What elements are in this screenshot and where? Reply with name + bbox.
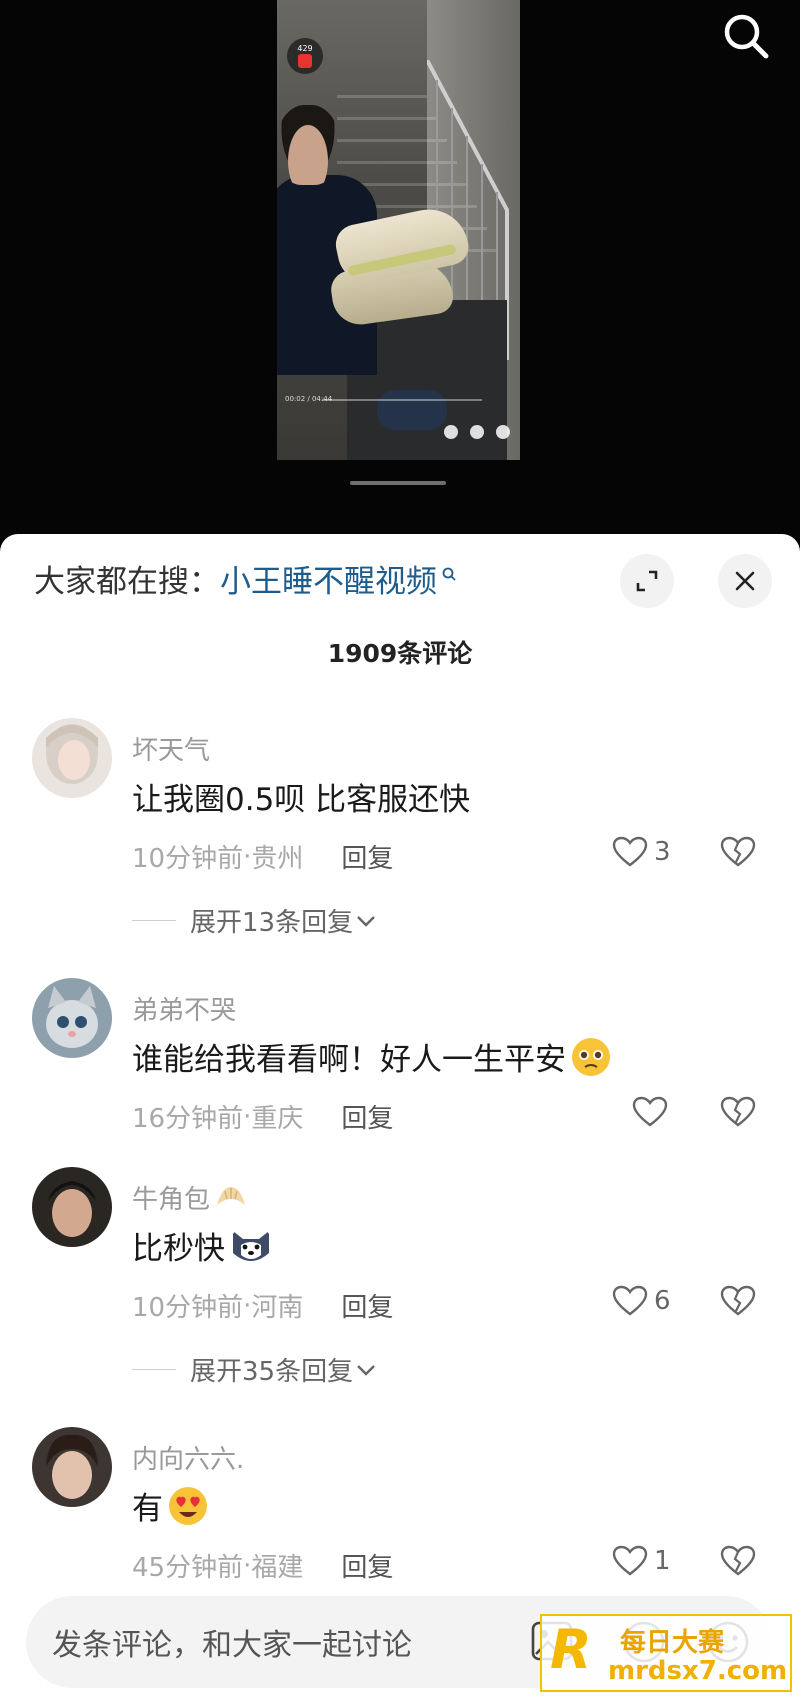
like-count: 3 [654, 837, 671, 867]
dislike-button[interactable] [720, 1285, 756, 1321]
heart-icon [632, 1096, 668, 1127]
share-icon[interactable] [470, 425, 484, 439]
broken-heart-icon [720, 836, 756, 867]
comment-text: 谁能给我看看啊！好人一生平安 [132, 1034, 612, 1079]
broken-heart-icon [720, 1285, 756, 1316]
search-icon[interactable] [720, 10, 772, 62]
broken-heart-icon [720, 1545, 756, 1576]
comment-username[interactable]: 弟弟不哭 [132, 990, 236, 1027]
pleading-face-emoji-icon [572, 1037, 610, 1076]
close-icon [735, 571, 755, 591]
video-scene-head [277, 105, 339, 185]
broken-heart-icon [720, 1096, 756, 1127]
like-button[interactable] [632, 1096, 674, 1128]
comment-location: 福建 [251, 1553, 304, 1583]
comment-text: 让我圈0.5呗 比客服还快 [132, 782, 471, 818]
comment-username[interactable]: 内向六六. [132, 1439, 244, 1476]
expand-replies-button[interactable]: 展开13条回复 [132, 902, 379, 939]
comment-text: 有 [132, 1483, 209, 1528]
red-packet-icon [298, 54, 312, 68]
meta-separator: · [243, 1101, 252, 1132]
expand-sheet-button[interactable] [620, 554, 674, 608]
hot-search-label: 大家都在搜： [34, 564, 220, 600]
dislike-button[interactable] [720, 1545, 756, 1581]
comment-location: 河南 [251, 1293, 304, 1323]
expand-replies-button[interactable]: 展开35条回复 [132, 1351, 379, 1388]
like-button[interactable]: 3 [612, 836, 671, 868]
heart-icon [612, 836, 648, 867]
watermark-url: mrdsx7.com [608, 1656, 788, 1686]
comment-meta: 45分钟前 · 福建 回复 [132, 1547, 393, 1584]
meta-separator: · [243, 1550, 252, 1581]
comment-time: 45分钟前 [132, 1553, 244, 1583]
like-button[interactable]: 6 [612, 1285, 671, 1317]
meta-separator: · [243, 841, 252, 872]
chevron-down-icon [357, 915, 375, 927]
video-player[interactable]: 429 00:02 / 04:44 [277, 0, 520, 460]
heart-eyes-face-emoji-icon [169, 1486, 207, 1525]
comment-time: 16分钟前 [132, 1104, 244, 1134]
comment-meta: 10分钟前 · 河南 回复 [132, 1287, 393, 1324]
comment-count: 1909条评论 [327, 639, 473, 668]
comment-text-content: 比秒快 [132, 1231, 225, 1267]
expand-replies-label: 展开35条回复 [190, 1357, 354, 1387]
comment-location: 贵州 [251, 844, 304, 874]
comment-text-content: 有 [132, 1491, 163, 1527]
close-sheet-button[interactable] [718, 554, 772, 608]
comment-input-placeholder[interactable]: 发条评论，和大家一起讨论 [52, 1620, 412, 1664]
video-controls [444, 425, 510, 439]
croissant-emoji-icon [217, 1186, 246, 1205]
avatar[interactable] [32, 1427, 112, 1507]
like-button[interactable]: 1 [612, 1545, 671, 1577]
comment-text-content: 谁能给我看看啊！好人一生平安 [132, 1042, 566, 1078]
hot-search[interactable]: 大家都在搜： 小王睡不醒视频 [34, 562, 457, 602]
reply-button[interactable]: 回复 [341, 838, 393, 875]
search-icon [442, 567, 456, 581]
video-scene-shoe [377, 390, 447, 430]
reply-button[interactable]: 回复 [341, 1287, 393, 1324]
husky-dog-emoji-icon [233, 1230, 269, 1261]
red-packet-count: 429 [297, 44, 313, 53]
comment-meta: 10分钟前 · 贵州 回复 [132, 838, 393, 875]
comment-time: 10分钟前 [132, 1293, 244, 1323]
chevron-down-icon [357, 1364, 375, 1376]
comment-meta: 16分钟前 · 重庆 回复 [132, 1098, 393, 1135]
meta-separator: · [243, 1290, 252, 1321]
site-watermark-logo: R 每日大赛 mrdsx7.com [540, 1614, 792, 1692]
red-packet-badge[interactable]: 429 [287, 38, 323, 74]
reply-button[interactable]: 回复 [341, 1547, 393, 1584]
watermark-title: 每日大赛 [620, 1628, 725, 1658]
expand-icon [636, 570, 658, 592]
dislike-button[interactable] [720, 836, 756, 872]
comment-text: 比秒快 [132, 1223, 273, 1268]
comment-location: 重庆 [251, 1104, 304, 1134]
watermark-logo-letter: R [550, 1618, 592, 1681]
comment-time: 10分钟前 [132, 844, 244, 874]
expand-replies-label: 展开13条回复 [190, 908, 354, 938]
heart-icon [612, 1285, 648, 1316]
like-count: 6 [654, 1286, 671, 1316]
divider [132, 1369, 176, 1370]
like-count: 1 [654, 1546, 671, 1576]
avatar[interactable] [32, 1167, 112, 1247]
video-area[interactable]: 429 00:02 / 04:44 [0, 0, 800, 540]
danmaku-icon[interactable] [444, 425, 458, 439]
comment-username[interactable]: 坏天气 [132, 730, 210, 767]
sheet-drag-handle[interactable] [350, 481, 446, 485]
reply-button[interactable]: 回复 [341, 1098, 393, 1135]
comment-username[interactable]: 牛角包 [132, 1179, 248, 1216]
avatar[interactable] [32, 718, 112, 798]
video-progress-bar[interactable] [322, 399, 482, 401]
heart-icon [612, 1545, 648, 1576]
comment-sheet: 大家都在搜： 小王睡不醒视频 1909条评论 坏天气 让我圈0.5呗 比客服还快… [0, 534, 800, 1701]
divider [132, 920, 176, 921]
hot-search-term[interactable]: 小王睡不醒视频 [220, 562, 437, 602]
avatar[interactable] [32, 978, 112, 1058]
comment-username-text: 牛角包 [132, 1185, 211, 1215]
dislike-button[interactable] [720, 1096, 756, 1132]
fullscreen-icon[interactable] [496, 425, 510, 439]
